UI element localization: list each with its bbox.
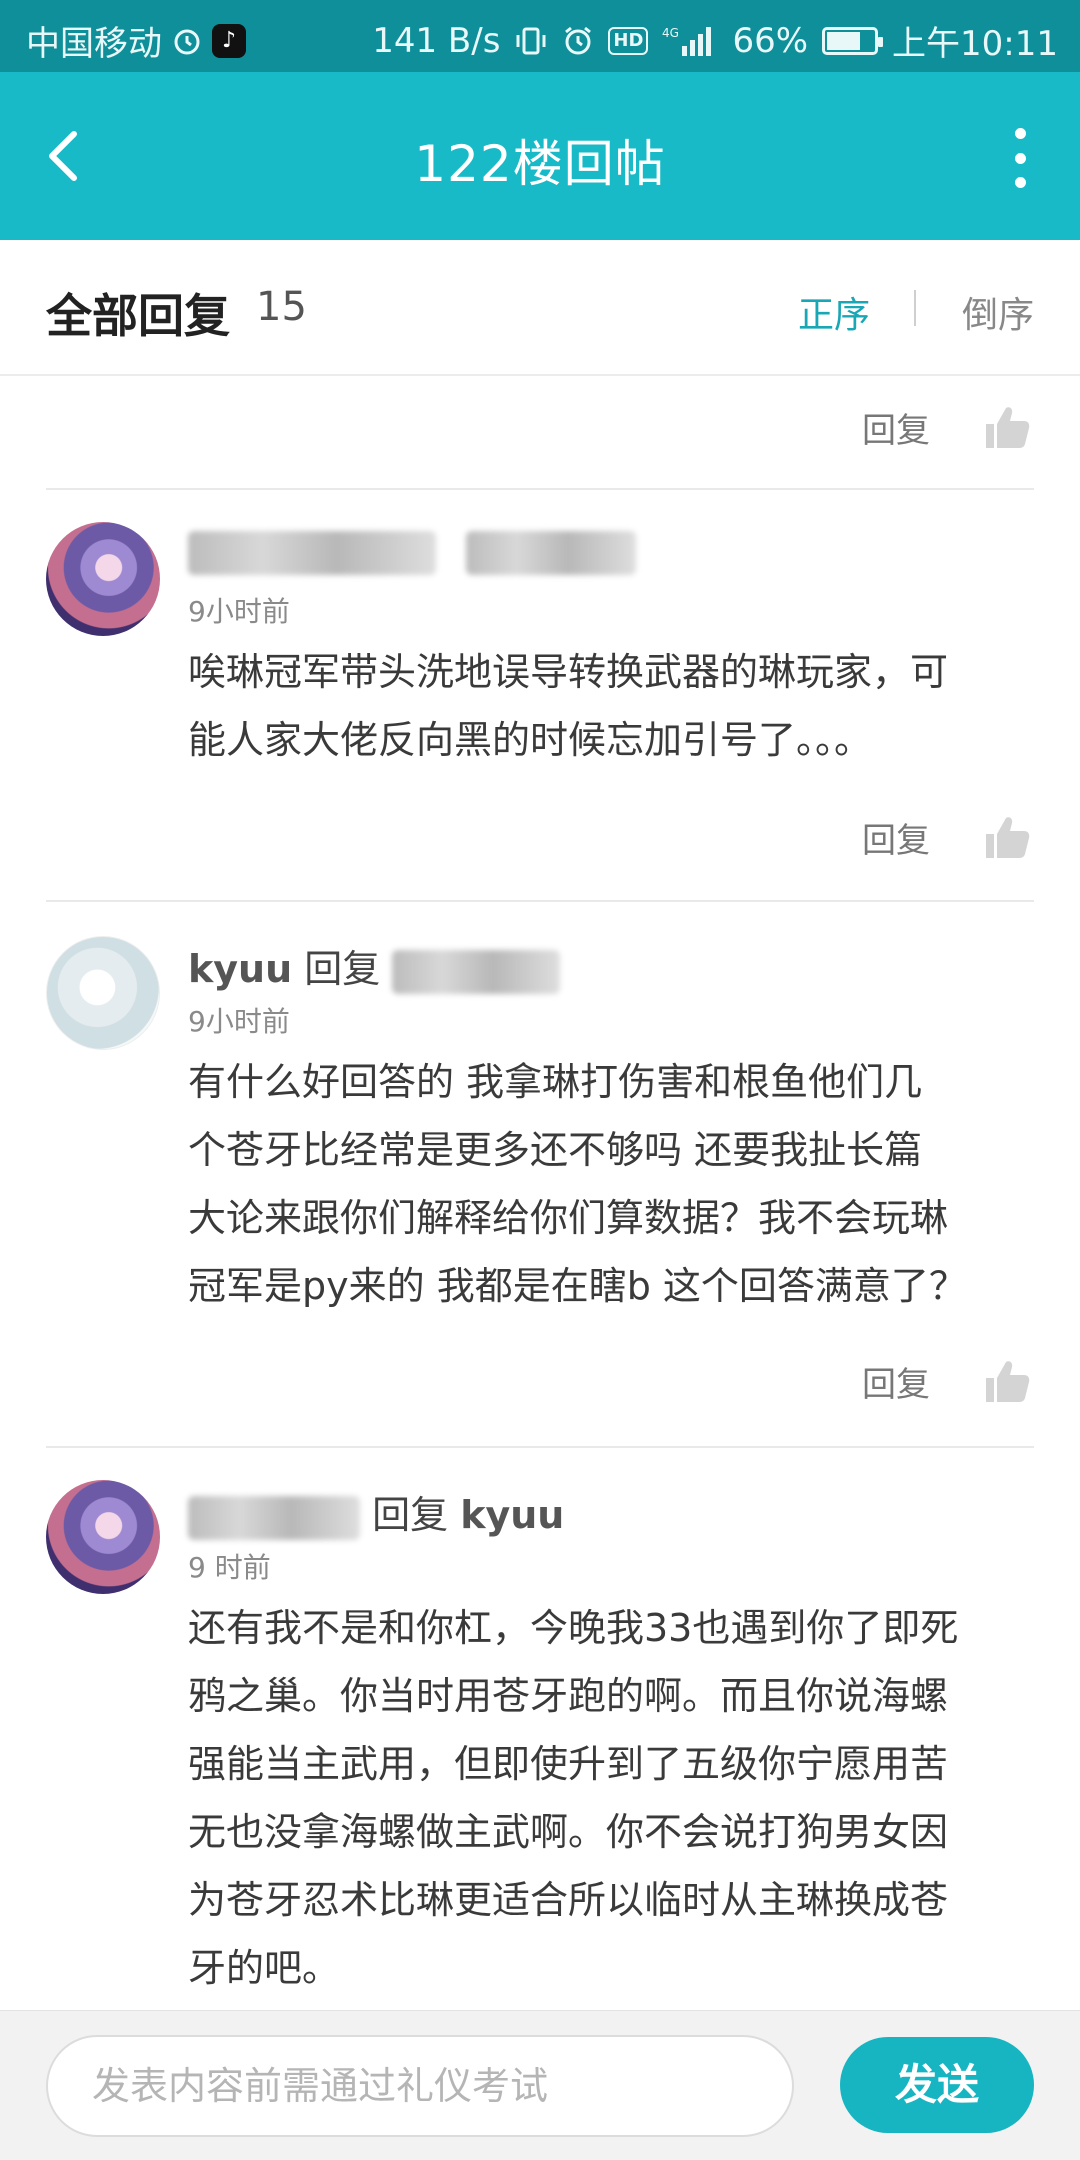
comment-author[interactable]: kyuu: [188, 947, 292, 991]
network-speed: 141 B/s: [372, 20, 501, 61]
comment-time: 9小时前: [188, 1005, 290, 1038]
comment-text-line: 个苍牙比经常是更多还不够吗 还要我扯长篇: [188, 1128, 923, 1172]
comment-actions: 回复: [862, 402, 1032, 452]
network-type: 4G: [662, 26, 679, 40]
reply-word: 回复: [304, 947, 381, 991]
signal-icon: 4G: [662, 23, 718, 59]
avatar[interactable]: [46, 522, 160, 636]
divider: [46, 1446, 1034, 1448]
vibrate-icon: [514, 23, 548, 59]
comment-text: 还有我不是和你杠，今晚我33也遇到你了即死 鸦之巢。你当时用苍牙跑的啊。而且你说…: [188, 1594, 1040, 2002]
blurred-username: [466, 530, 637, 575]
comment-text: 唉琳冠军带头洗地误导转换武器的琳玩家，可 能人家大佬反向黑的时候忘加引号了。。。: [188, 638, 1040, 774]
comment-author-line: kyuu 回复: [188, 938, 561, 994]
battery-percent: 66%: [732, 20, 809, 61]
page-title: 122楼回帖: [414, 135, 666, 193]
avatar[interactable]: [46, 1480, 160, 1594]
comment-text-line: 冠军是py来的 我都是在瞎b 这个回答满意了？: [188, 1264, 967, 1308]
comment-text-line: 鸦之巢。你当时用苍牙跑的啊。而且你说海螺: [188, 1674, 949, 1718]
reply-header: 全部回复 15 正序 倒序: [0, 240, 1080, 376]
comment-time: 9小时前: [188, 595, 290, 628]
tiktok-icon: ♪: [212, 23, 246, 58]
comment-text-line: 牙的吧。: [188, 1946, 341, 1990]
thumbs-up-icon[interactable]: [982, 812, 1032, 862]
comment-text-line: 能人家大佬反向黑的时候忘加引号了。。。: [188, 718, 873, 762]
carrier-label: 中国移动: [26, 24, 162, 64]
reply-word: 回复: [372, 1493, 449, 1537]
more-options-icon[interactable]: [1010, 128, 1030, 188]
alarm-icon: [172, 23, 202, 59]
clock-icon: [562, 23, 594, 59]
avatar[interactable]: [46, 936, 160, 1050]
reply-button[interactable]: 回复: [862, 1357, 930, 1406]
comment-time: 9 时前: [188, 1551, 271, 1584]
reply-count: 15: [256, 284, 307, 330]
blurred-username: [188, 1495, 360, 1540]
blurred-username: [392, 949, 561, 994]
battery-icon: [822, 26, 884, 55]
status-bar: 中国移动 ♪ 141 B/s HD 4G 66% 上午10:11: [0, 0, 1080, 72]
comment-actions: 回复: [862, 1356, 1032, 1406]
title-bar: 122楼回帖: [0, 72, 1080, 240]
comment-input[interactable]: 发表内容前需通过礼仪考试: [46, 2035, 794, 2137]
sort-separator: [914, 290, 916, 326]
comment-actions: 回复: [862, 812, 1032, 862]
reply-target[interactable]: kyuu: [460, 1493, 564, 1537]
reply-button[interactable]: 回复: [862, 813, 930, 862]
divider: [46, 488, 1034, 490]
comment-text-line: 大论来跟你们解释给你们算数据？我不会玩琳: [188, 1196, 949, 1240]
comment-text-line: 唉琳冠军带头洗地误导转换武器的琳玩家，可: [188, 650, 949, 694]
hd-badge: HD: [608, 26, 649, 55]
thumbs-up-icon[interactable]: [982, 1356, 1032, 1406]
comment-author-line: [188, 528, 637, 575]
comment-text-line: 还有我不是和你杠，今晚我33也遇到你了即死: [188, 1606, 959, 1650]
thumbs-up-icon[interactable]: [982, 402, 1032, 452]
all-replies-title: 全部回复: [46, 289, 230, 343]
comment-author-line: 回复 kyuu: [188, 1484, 564, 1540]
divider: [46, 900, 1034, 902]
comment-text-line: 有什么好回答的 我拿琳打伤害和根鱼他们几: [188, 1060, 923, 1104]
blurred-username: [188, 530, 436, 575]
comment-text-line: 为苍牙忍术比琳更适合所以临时从主琳换成苍: [188, 1878, 949, 1922]
comment-text-line: 无也没拿海螺做主武啊。你不会说打狗男女因: [188, 1810, 949, 1854]
sort-ascending-tab[interactable]: 正序: [798, 286, 870, 338]
reply-button[interactable]: 回复: [862, 403, 930, 452]
comment-input-bar: 发表内容前需通过礼仪考试 发送: [0, 2010, 1080, 2160]
sort-descending-tab[interactable]: 倒序: [962, 286, 1034, 338]
comment-text: 有什么好回答的 我拿琳打伤害和根鱼他们几 个苍牙比经常是更多还不够吗 还要我扯长…: [188, 1048, 1040, 1320]
clock-time: 上午10:11: [892, 24, 1058, 64]
send-button[interactable]: 发送: [840, 2037, 1034, 2133]
comment-text-line: 强能当主武用，但即使升到了五级你宁愿用苦: [188, 1742, 949, 1786]
